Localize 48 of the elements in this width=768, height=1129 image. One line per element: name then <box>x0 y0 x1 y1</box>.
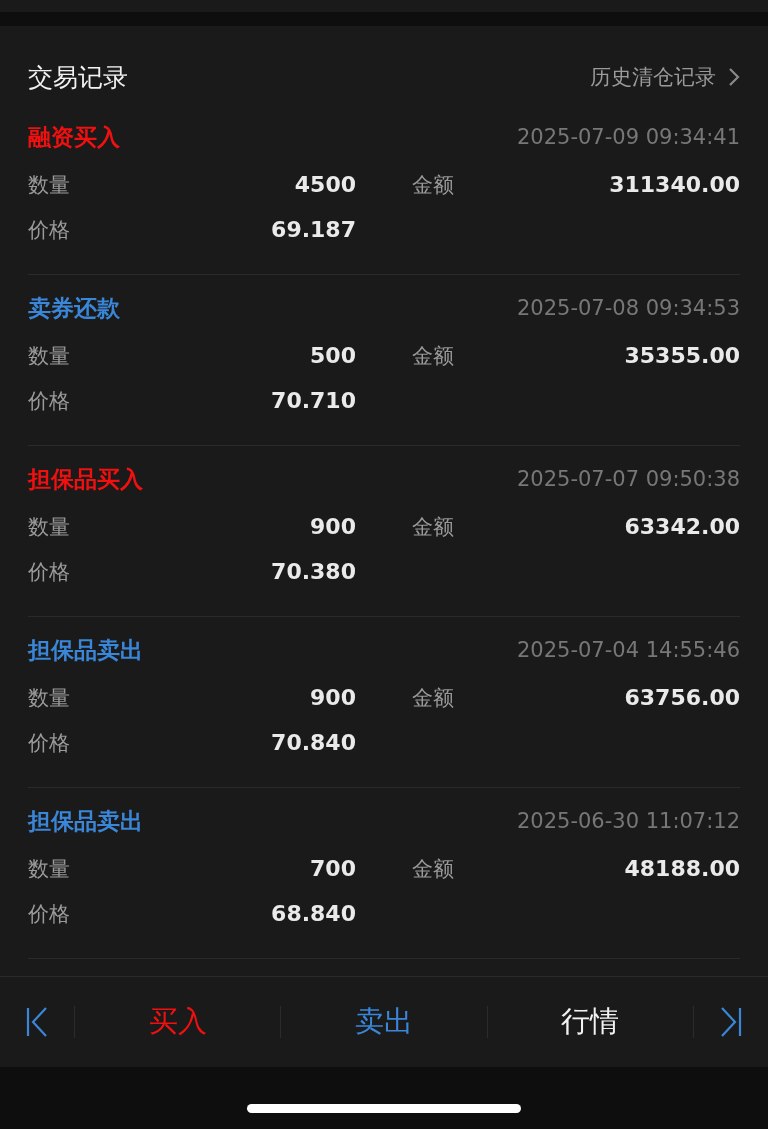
field-value: 68.840 <box>270 901 356 926</box>
field-label: 金额 <box>412 342 455 370</box>
trade-time: 2025-07-09 09:34:41 <box>516 125 740 149</box>
trade-type: 担保品卖出 <box>28 635 143 665</box>
field-label: 金额 <box>412 855 455 883</box>
history-link[interactable]: 历史清仓记录 <box>590 63 740 91</box>
field-label: 金额 <box>412 513 455 541</box>
sell-button[interactable]: 卖出 <box>281 1002 487 1042</box>
field-value: 500 <box>309 343 356 368</box>
trade-type: 担保品买入 <box>28 464 143 494</box>
field-label: 价格 <box>28 216 71 244</box>
skip-first-icon[interactable] <box>26 1007 48 1037</box>
field-label: 数量 <box>28 855 71 883</box>
field-label: 价格 <box>28 900 71 928</box>
field-value: 4500 <box>293 172 356 197</box>
field-value: 63756.00 <box>623 685 740 710</box>
field-value: 48188.00 <box>623 856 740 881</box>
section-title: 交易记录 <box>28 61 128 94</box>
field-label: 价格 <box>28 387 71 415</box>
trade-time: 2025-07-07 09:50:38 <box>516 467 740 491</box>
trade-time: 2025-06-30 11:07:12 <box>516 809 740 833</box>
field-label: 价格 <box>28 729 71 757</box>
field-label: 金额 <box>412 171 455 199</box>
field-label: 价格 <box>28 558 71 586</box>
field-value: 35355.00 <box>623 343 740 368</box>
trade-time: 2025-07-08 09:34:53 <box>516 296 740 320</box>
field-label: 数量 <box>28 342 71 370</box>
field-label: 金额 <box>412 684 455 712</box>
trade-time: 2025-07-04 14:55:46 <box>516 638 740 662</box>
field-value: 69.187 <box>270 217 356 242</box>
trade-type: 融资买入 <box>28 122 120 152</box>
trade-type: 卖券还款 <box>28 293 120 323</box>
buy-button[interactable]: 买入 <box>75 1002 281 1042</box>
field-value: 70.380 <box>270 559 356 584</box>
field-value: 70.840 <box>270 730 356 755</box>
field-label: 数量 <box>28 513 71 541</box>
field-value: 700 <box>309 856 356 881</box>
field-value: 70.710 <box>270 388 356 413</box>
field-label: 数量 <box>28 684 71 712</box>
field-value: 63342.00 <box>623 514 740 539</box>
trade-type: 担保品卖出 <box>28 806 143 836</box>
field-label: 数量 <box>28 171 71 199</box>
field-value: 900 <box>309 514 356 539</box>
field-value: 900 <box>309 685 356 710</box>
chevron-right-icon <box>728 67 740 87</box>
quote-button[interactable]: 行情 <box>487 1002 693 1042</box>
field-value: 311340.00 <box>608 172 740 197</box>
skip-last-icon[interactable] <box>720 1007 742 1037</box>
